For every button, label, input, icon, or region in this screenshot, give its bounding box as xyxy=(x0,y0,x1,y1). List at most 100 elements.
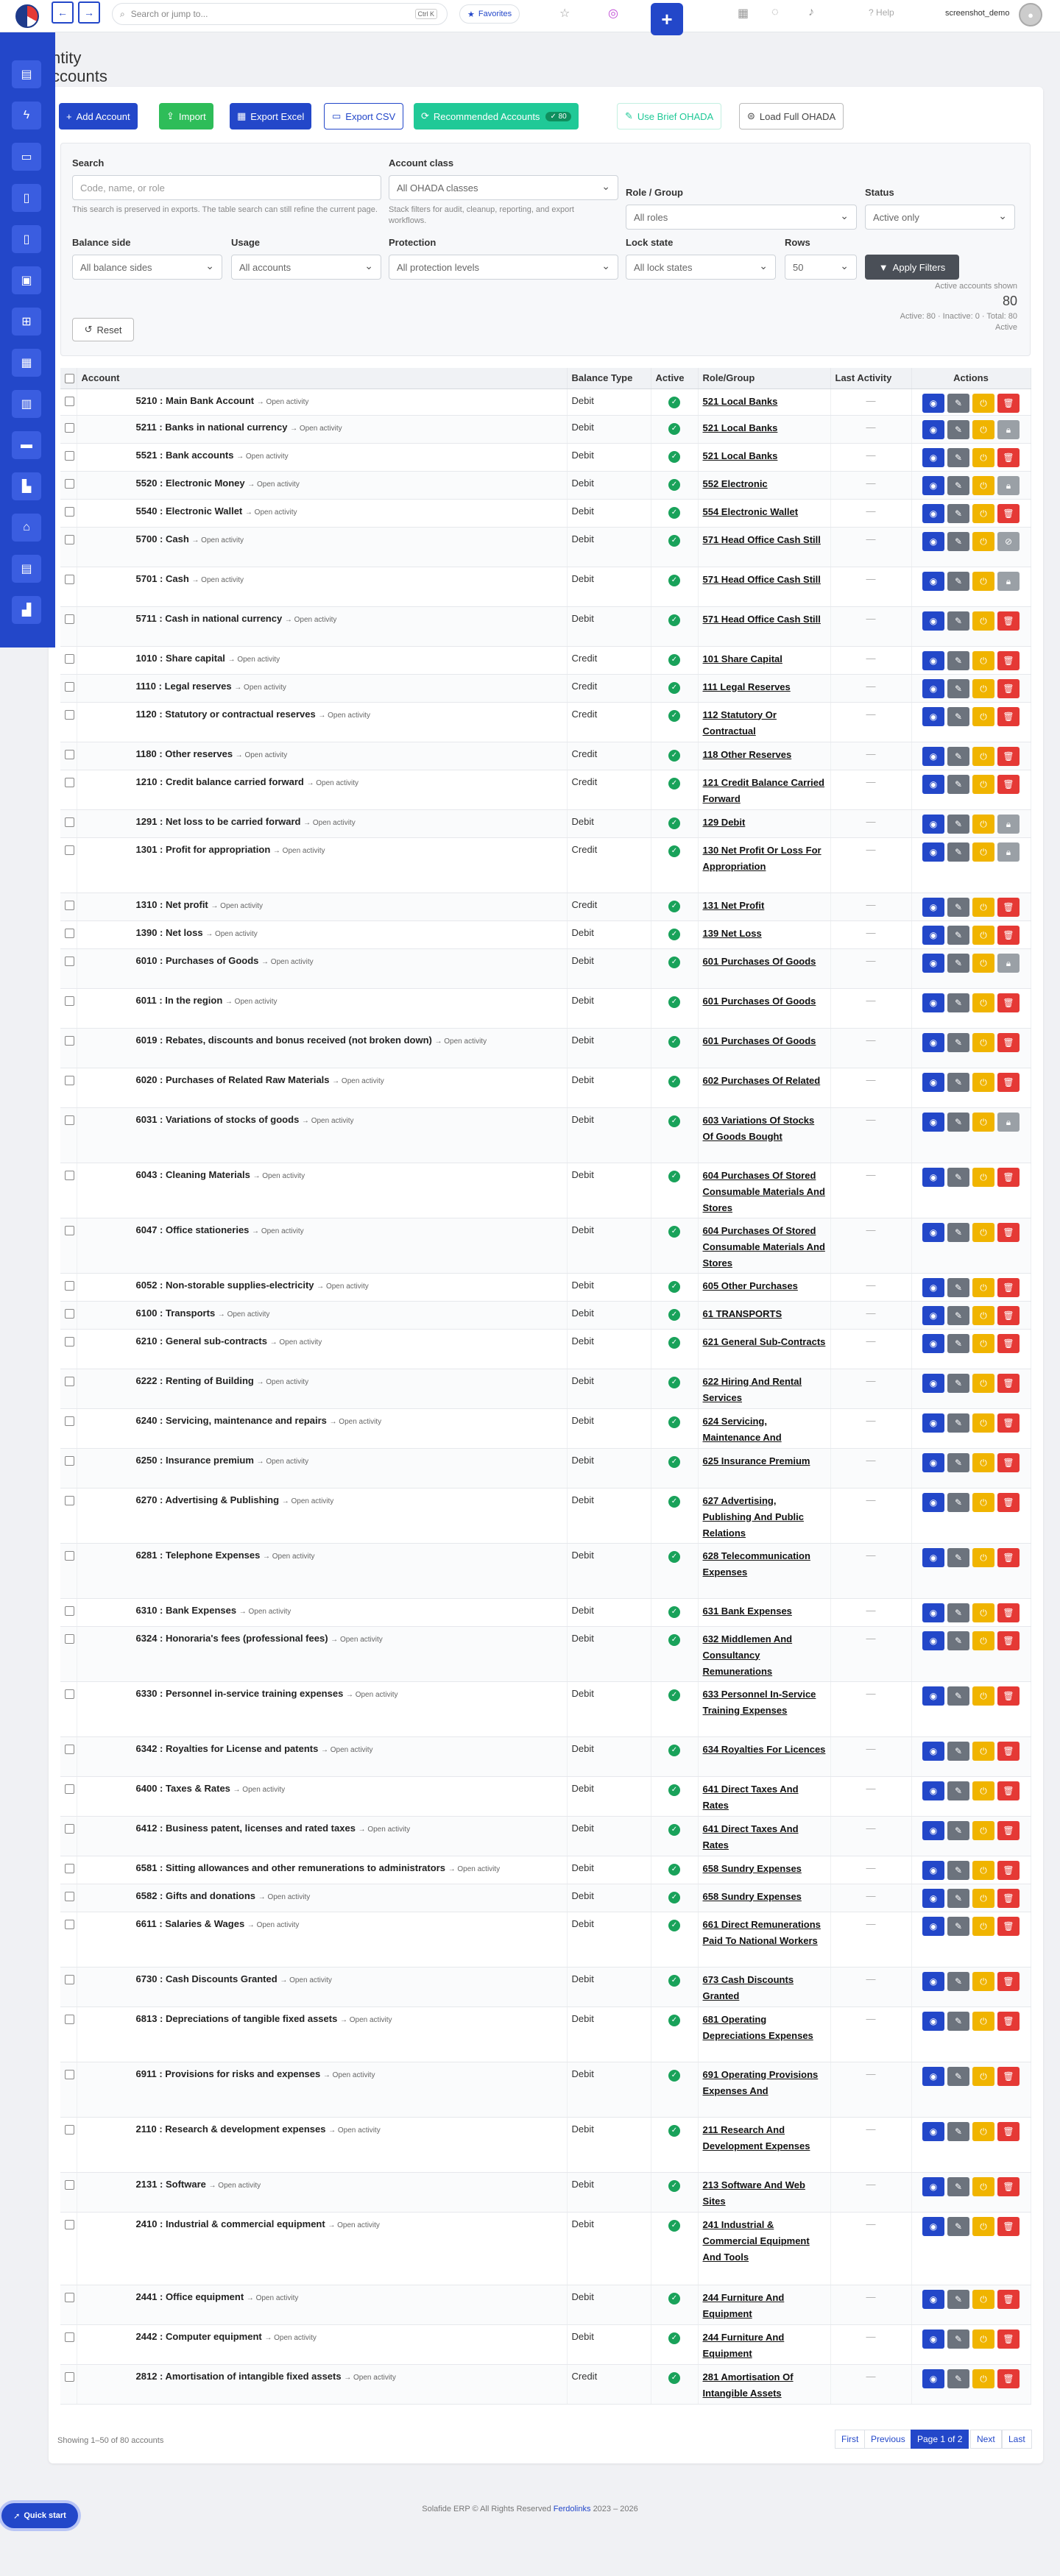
row-checkbox[interactable] xyxy=(65,709,74,720)
toggle-button[interactable]: ⏻ xyxy=(972,1547,994,1567)
page-previous[interactable]: Previous xyxy=(864,2430,912,2449)
edit-button[interactable]: ✎ xyxy=(947,706,969,726)
account-name[interactable]: Statutory or contractual reserves xyxy=(165,709,315,720)
toggle-button[interactable]: ⏻ xyxy=(972,1072,994,1092)
toggle-button[interactable]: ⏻ xyxy=(972,993,994,1012)
toggle-button[interactable]: ⏻ xyxy=(972,1603,994,1622)
open-activity-link[interactable]: → Open activity xyxy=(323,2071,375,2079)
account-code[interactable]: 5711 xyxy=(136,613,157,624)
table-row[interactable]: 6582 : Gifts and donations → Open activi… xyxy=(60,1884,1031,1912)
table-row[interactable]: 6222 : Renting of Building → Open activi… xyxy=(60,1369,1031,1409)
edit-button[interactable]: ✎ xyxy=(947,2369,969,2388)
table-row[interactable]: 6730 : Cash Discounts Granted → Open act… xyxy=(60,1967,1031,2007)
account-class-select[interactable]: All OHADA classes xyxy=(389,175,618,200)
role-group-link[interactable]: 112 Statutory Or Contractual xyxy=(703,707,826,739)
row-checkbox[interactable] xyxy=(65,614,74,624)
open-activity-link[interactable]: → Open activity xyxy=(209,2182,261,2190)
account-code[interactable]: 6330 xyxy=(136,1688,158,1699)
role-group-link[interactable]: 634 Royalties For Licences xyxy=(703,1742,826,1758)
account-name[interactable]: Renting of Building xyxy=(166,1375,254,1386)
role-group-link[interactable]: 625 Insurance Premium xyxy=(703,1453,826,1469)
delete-button[interactable]: 🗑︎ xyxy=(997,2369,1020,2388)
row-checkbox-cell[interactable] xyxy=(60,1912,77,1968)
row-checkbox-cell[interactable] xyxy=(60,1218,77,1274)
sidebar-item-bag[interactable]: ▦ xyxy=(12,349,41,377)
view-button[interactable]: ◉ xyxy=(922,1032,944,1052)
open-activity-link[interactable]: → Open activity xyxy=(245,508,297,517)
add-account-button[interactable]: + Add Account xyxy=(59,103,138,129)
row-checkbox[interactable] xyxy=(65,1823,74,1834)
view-button[interactable]: ◉ xyxy=(922,1112,944,1132)
open-activity-link[interactable]: → Open activity xyxy=(332,1077,384,1085)
view-button[interactable]: ◉ xyxy=(922,475,944,495)
apply-filters-button[interactable]: ▼ Apply Filters xyxy=(865,255,959,280)
edit-button[interactable]: ✎ xyxy=(947,2011,969,2031)
row-checkbox-cell[interactable] xyxy=(60,1068,77,1108)
row-checkbox-cell[interactable] xyxy=(60,1543,77,1599)
delete-button[interactable]: 🗑︎ xyxy=(997,2066,1020,2086)
row-checkbox-cell[interactable] xyxy=(60,499,77,528)
open-activity-link[interactable]: → Open activity xyxy=(211,902,263,910)
account-name[interactable]: Variations of stocks of goods xyxy=(166,1114,299,1125)
open-activity-link[interactable]: → Open activity xyxy=(261,958,314,966)
row-checkbox-cell[interactable] xyxy=(60,770,77,810)
open-activity-link[interactable]: → Open activity xyxy=(344,2374,396,2382)
quick-add-button[interactable]: + xyxy=(651,3,683,35)
view-button[interactable]: ◉ xyxy=(922,650,944,670)
page-first[interactable]: First xyxy=(835,2430,866,2449)
toggle-button[interactable]: ⏻ xyxy=(972,2289,994,2309)
role-group-link[interactable]: 244 Furniture And Equipment xyxy=(703,2290,826,2322)
row-checkbox-cell[interactable] xyxy=(60,1626,77,1682)
role-group-link[interactable]: 213 Software And Web Sites xyxy=(703,2177,826,2210)
account-code[interactable]: 6412 xyxy=(136,1823,158,1834)
table-row[interactable]: 1291 : Net loss to be carried forward → … xyxy=(60,809,1031,838)
row-checkbox[interactable] xyxy=(65,1115,74,1125)
account-code[interactable]: 6047 xyxy=(136,1224,158,1235)
view-button[interactable]: ◉ xyxy=(922,1603,944,1622)
row-checkbox-cell[interactable] xyxy=(60,606,77,647)
account-name[interactable]: Main Bank Account xyxy=(166,395,254,406)
account-code[interactable]: 5700 xyxy=(136,533,158,544)
favorites-button[interactable]: ★ Favorites xyxy=(459,4,520,24)
account-name[interactable]: Industrial & commercial equipment xyxy=(166,2218,325,2229)
toggle-button[interactable]: ⏻ xyxy=(972,1631,994,1650)
edit-button[interactable]: ✎ xyxy=(947,1167,969,1187)
delete-button[interactable]: 🗑︎ xyxy=(997,1971,1020,1991)
open-activity-link[interactable]: → Open activity xyxy=(252,1172,305,1180)
delete-button[interactable]: 🗑︎ xyxy=(997,1333,1020,1353)
table-row[interactable]: 1310 : Net profit → Open activity Credit ✓… xyxy=(60,893,1031,921)
view-button[interactable]: ◉ xyxy=(922,2121,944,2141)
role-group-link[interactable]: 101 Share Capital xyxy=(703,651,826,667)
toggle-button[interactable]: ⏻ xyxy=(972,393,994,413)
row-checkbox-cell[interactable] xyxy=(60,809,77,838)
account-code[interactable]: 6043 xyxy=(136,1169,158,1180)
view-button[interactable]: ◉ xyxy=(922,842,944,862)
account-name[interactable]: Sitting allowances and other remuneratio… xyxy=(166,1862,445,1873)
open-activity-link[interactable]: → Open activity xyxy=(270,1338,322,1346)
lock-state-select[interactable]: All lock states xyxy=(626,255,776,280)
sidebar-item-reports[interactable]: ▥ xyxy=(12,390,41,418)
toggle-button[interactable]: ⏻ xyxy=(972,1032,994,1052)
open-activity-link[interactable]: → Open activity xyxy=(317,1282,369,1291)
account-name[interactable]: Bank Expenses xyxy=(166,1605,236,1616)
delete-button[interactable]: 🗑︎ xyxy=(997,1032,1020,1052)
edit-button[interactable]: ✎ xyxy=(947,1277,969,1297)
account-code[interactable]: 5701 xyxy=(136,573,158,584)
locked-button[interactable]: 🔒︎ xyxy=(997,571,1020,591)
account-name[interactable]: Personnel in-service training expenses xyxy=(166,1688,343,1699)
toggle-button[interactable]: ⏻ xyxy=(972,447,994,467)
view-button[interactable]: ◉ xyxy=(922,1781,944,1800)
account-code[interactable]: 5210 xyxy=(136,395,158,406)
row-checkbox[interactable] xyxy=(65,2124,74,2135)
account-code[interactable]: 6342 xyxy=(136,1743,158,1754)
account-name[interactable]: Cash xyxy=(166,533,189,544)
role-group-link[interactable]: 61 TRANSPORTS xyxy=(703,1306,826,1322)
rows-select[interactable]: 50 xyxy=(785,255,857,280)
delete-button[interactable]: 🗑︎ xyxy=(997,925,1020,945)
edit-button[interactable]: ✎ xyxy=(947,650,969,670)
star-outline-icon[interactable]: ☆ xyxy=(559,6,570,21)
row-checkbox-cell[interactable] xyxy=(60,1107,77,1163)
account-name[interactable]: Servicing, maintenance and repairs xyxy=(166,1415,327,1426)
page-next[interactable]: Next xyxy=(970,2430,1002,2449)
header-role-group[interactable]: Role/Group xyxy=(698,368,831,389)
